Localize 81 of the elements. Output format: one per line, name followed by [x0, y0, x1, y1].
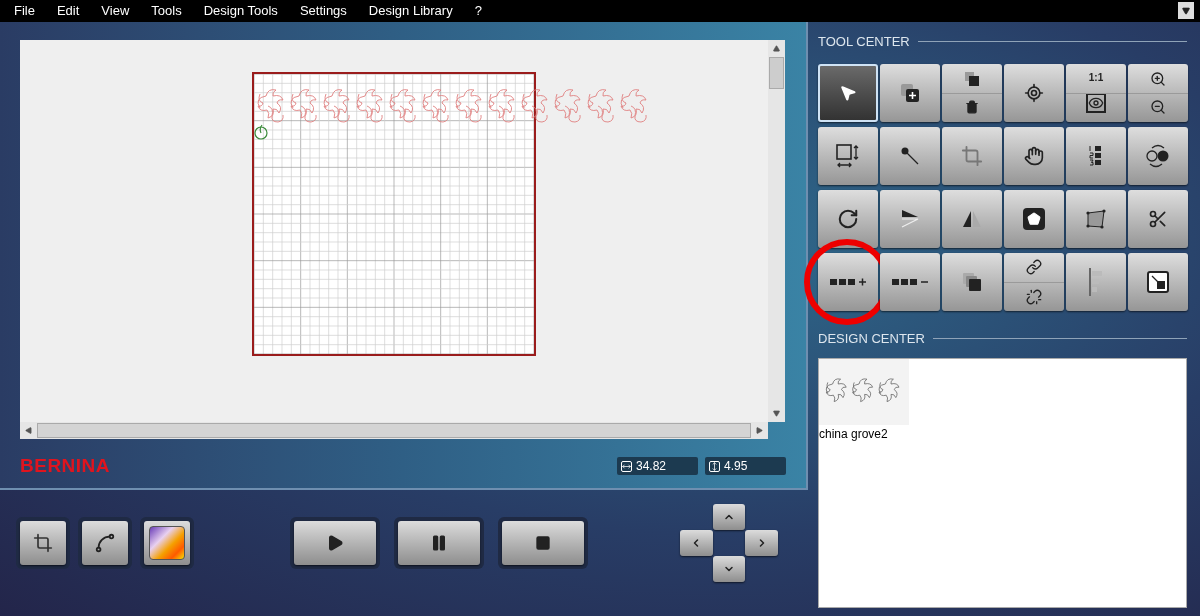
crosshair-icon — [1024, 82, 1044, 103]
move-left-button[interactable] — [680, 530, 713, 556]
tool-button[interactable] — [1004, 126, 1064, 185]
stop-icon — [535, 535, 551, 551]
crop-button[interactable] — [20, 521, 66, 565]
dropdown-icon[interactable] — [1178, 2, 1194, 19]
resize-box-icon — [1147, 270, 1169, 293]
tool-button[interactable] — [818, 126, 878, 185]
tool-button[interactable] — [1004, 189, 1064, 248]
menu-item[interactable]: ? — [474, 1, 482, 21]
curve-arrow-icon — [94, 532, 116, 554]
tool-button[interactable] — [880, 126, 940, 185]
move-right-button[interactable] — [745, 530, 778, 556]
unlink-icon — [1026, 288, 1042, 305]
scroll-thumb[interactable] — [769, 57, 784, 89]
section-title: TOOL CENTER — [818, 33, 910, 51]
crop-icon — [33, 533, 53, 553]
pause-button[interactable] — [398, 521, 480, 565]
pause-icon — [430, 534, 448, 552]
tool-button[interactable] — [1066, 189, 1126, 248]
color-button[interactable] — [144, 521, 190, 565]
vertical-scrollbar[interactable] — [768, 40, 785, 422]
tool-button[interactable] — [818, 63, 878, 122]
horizontal-scrollbar[interactable] — [20, 422, 768, 439]
flip-icon — [899, 207, 921, 230]
numbered-list-icon — [1088, 144, 1104, 167]
scissors-icon — [1148, 208, 1168, 229]
layers-icon — [962, 271, 982, 292]
menu-item[interactable]: Edit — [56, 1, 80, 21]
tool-button[interactable] — [1128, 189, 1188, 248]
tool-button[interactable] — [942, 252, 1002, 311]
eye-icon — [1086, 92, 1106, 113]
menu-item[interactable]: View — [101, 1, 130, 21]
section-title: DESIGN CENTER — [818, 329, 925, 348]
tool-button[interactable] — [880, 63, 940, 122]
color-gradient-icon — [149, 526, 185, 560]
quadrilateral-icon — [1085, 207, 1107, 230]
design-thumbnail[interactable] — [819, 359, 909, 425]
zoom-out-icon — [1150, 98, 1166, 115]
resize-icon — [835, 142, 861, 169]
move-up-button[interactable] — [712, 504, 746, 530]
hand-icon — [1024, 145, 1044, 166]
tool-button[interactable]: 1:1 — [1066, 63, 1126, 122]
tool-button[interactable] — [818, 189, 878, 248]
play-icon — [326, 534, 344, 552]
tool-button[interactable] — [1066, 126, 1126, 185]
brand-logo: BERNINA — [20, 454, 111, 478]
play-button[interactable] — [294, 521, 376, 565]
tool-button[interactable] — [818, 252, 878, 311]
tool-button[interactable] — [942, 189, 1002, 248]
zoom-in-icon — [1150, 70, 1166, 87]
scroll-thumb[interactable] — [37, 423, 751, 438]
menu-item[interactable]: Tools — [151, 1, 182, 21]
menu-item[interactable]: Design Library — [368, 1, 453, 21]
menu-item[interactable]: Settings — [299, 1, 347, 21]
tool-button[interactable] — [1128, 252, 1188, 311]
pointer-icon — [839, 83, 857, 102]
tool-button[interactable] — [1128, 126, 1188, 185]
rotate-icon — [837, 207, 859, 230]
height-icon — [709, 460, 720, 472]
tool-button[interactable] — [942, 63, 1002, 122]
move-down-button[interactable] — [712, 556, 746, 582]
tool-label: 1:1 — [1088, 72, 1104, 83]
menu-item[interactable]: Design Tools — [203, 1, 278, 21]
dimension-value: 34.82 — [636, 458, 667, 476]
stop-button[interactable] — [502, 521, 584, 565]
tool-button[interactable] — [1128, 63, 1188, 122]
tool-button[interactable] — [1004, 63, 1064, 122]
trash-icon — [965, 99, 979, 114]
dimension-value: 4.95 — [724, 458, 748, 476]
path-button[interactable] — [82, 521, 128, 565]
needle-position-icon — [254, 124, 268, 140]
tool-button[interactable] — [1004, 252, 1064, 311]
crop-icon — [961, 144, 983, 167]
menu-item[interactable]: File — [14, 1, 35, 21]
design-name[interactable]: china grove2 — [819, 425, 909, 443]
tool-button[interactable] — [880, 252, 940, 311]
duplicate-icon — [899, 81, 921, 104]
copy-icon — [965, 71, 979, 86]
width-icon — [621, 460, 632, 472]
link-icon — [1026, 258, 1042, 275]
